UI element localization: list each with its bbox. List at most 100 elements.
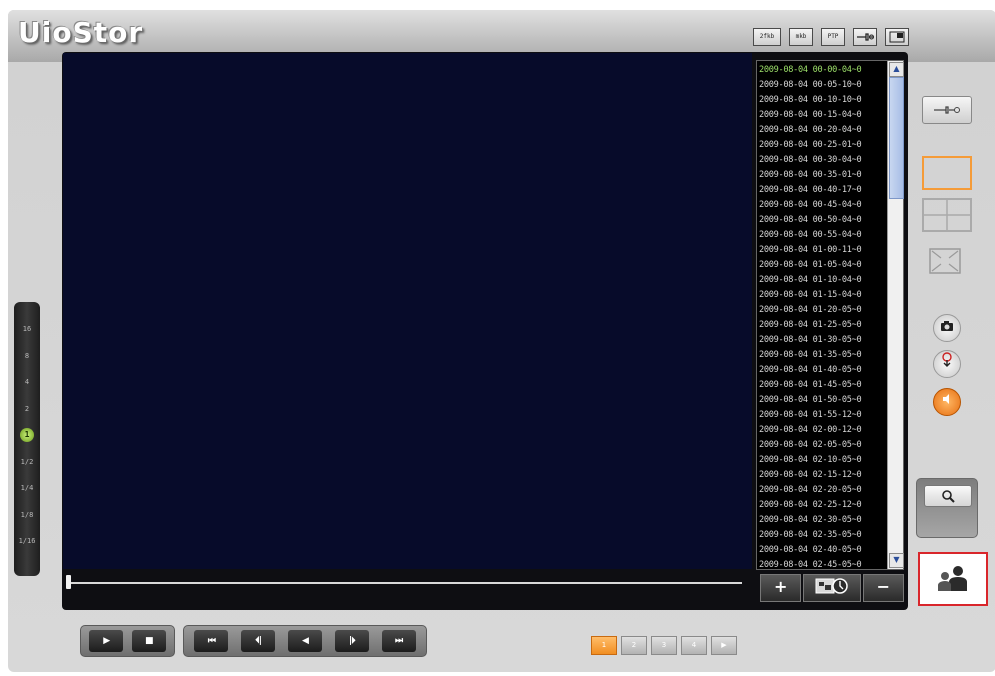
zoom-out-button[interactable]: − bbox=[862, 574, 904, 602]
quad-grid-icon bbox=[924, 200, 970, 230]
recording-list-item[interactable]: 2009-08-04 00-20-04~0 bbox=[757, 123, 887, 138]
audio-button[interactable] bbox=[933, 388, 961, 416]
playback-timeline[interactable] bbox=[66, 582, 742, 584]
previous-frame-button[interactable]: ⏴| bbox=[241, 630, 276, 652]
recording-list-item[interactable]: 2009-08-04 00-55-04~0 bbox=[757, 228, 887, 243]
expand-icon bbox=[929, 248, 961, 274]
play-button[interactable]: ▶ bbox=[89, 630, 124, 652]
recording-list-item[interactable]: 2009-08-04 00-25-01~0 bbox=[757, 138, 887, 153]
main-panel: 2009-08-04 00-00-04~0 2009-08-04 00-05-10… bbox=[62, 52, 908, 610]
speed-selector: 16 8 4 2 1 1/2 1/4 1/8 1/16 bbox=[14, 302, 40, 576]
users-icon bbox=[938, 566, 967, 591]
recording-list-item[interactable]: 2009-08-04 01-30-05~0 bbox=[757, 333, 887, 348]
speed-item[interactable]: 4 bbox=[14, 369, 40, 396]
download-button[interactable] bbox=[933, 350, 961, 378]
speaker-icon bbox=[943, 394, 949, 404]
layout-quad-button[interactable] bbox=[922, 198, 972, 232]
last-frame-button[interactable]: ⏭ bbox=[381, 630, 416, 652]
recording-list-item[interactable]: 2009-08-04 00-45-04~0 bbox=[757, 198, 887, 213]
recording-list-item[interactable]: 2009-08-04 01-40-05~0 bbox=[757, 363, 887, 378]
recording-list-item[interactable]: 2009-08-04 01-55-12~0 bbox=[757, 408, 887, 423]
timeline-handle[interactable] bbox=[66, 575, 71, 589]
recording-list-item[interactable]: 2009-08-04 02-35-05~0 bbox=[757, 528, 887, 543]
recording-list-item[interactable]: 2009-08-04 01-00-11~0 bbox=[757, 243, 887, 258]
speed-item[interactable]: 2 bbox=[14, 396, 40, 423]
recording-list-item[interactable]: 2009-08-04 00-35-01~0 bbox=[757, 168, 887, 183]
recording-list-item[interactable]: 2009-08-04 01-20-05~0 bbox=[757, 303, 887, 318]
layout-single-button[interactable] bbox=[922, 156, 972, 190]
recording-list-item[interactable]: 2009-08-04 00-15-04~0 bbox=[757, 108, 887, 123]
pagination: 1 2 3 4 ▶ bbox=[591, 636, 737, 655]
list-controls: + − bbox=[760, 574, 904, 602]
app-logo: UioStor bbox=[18, 16, 144, 49]
recording-list-item[interactable]: 2009-08-04 00-50-04~0 bbox=[757, 213, 887, 228]
camera-icon bbox=[941, 321, 953, 331]
zoom-time-button[interactable] bbox=[803, 574, 861, 602]
ptp-icon[interactable]: PTP bbox=[821, 28, 845, 46]
recording-list-item[interactable]: 2009-08-04 01-05-04~0 bbox=[757, 258, 887, 273]
zoom-in-button[interactable]: + bbox=[760, 574, 802, 602]
recording-list-item[interactable]: 2009-08-04 02-10-05~0 bbox=[757, 453, 887, 468]
recording-list-item[interactable]: 2009-08-04 02-40-05~0 bbox=[757, 543, 887, 558]
user-management-button[interactable] bbox=[918, 552, 988, 606]
2fkb-icon[interactable]: 2fkb bbox=[753, 28, 781, 46]
recording-list-item[interactable]: 2009-08-04 01-35-05~0 bbox=[757, 348, 887, 363]
recording-list-item[interactable]: 2009-08-04 02-00-12~0 bbox=[757, 423, 887, 438]
fullscreen-toggle-button[interactable] bbox=[922, 246, 968, 276]
play-stop-group: ▶ ■ bbox=[80, 625, 175, 657]
fullscreen-icon[interactable] bbox=[885, 28, 909, 46]
page-button[interactable]: 3 bbox=[651, 636, 677, 655]
tools-icon[interactable] bbox=[853, 28, 877, 46]
recording-list-item[interactable]: 2009-08-04 02-15-12~0 bbox=[757, 468, 887, 483]
search-icon bbox=[942, 490, 955, 503]
speed-item[interactable]: 1/16 bbox=[14, 528, 40, 555]
recording-list-item[interactable]: 2009-08-04 01-50-05~0 bbox=[757, 393, 887, 408]
recording-list-item[interactable]: 2009-08-04 00-40-17~0 bbox=[757, 183, 887, 198]
next-page-button[interactable]: ▶ bbox=[711, 636, 737, 655]
recording-items: 2009-08-04 00-00-04~0 2009-08-04 00-05-10… bbox=[757, 63, 887, 567]
first-frame-button[interactable]: ⏮ bbox=[194, 630, 229, 652]
recording-list-item[interactable]: 2009-08-04 00-00-04~0 bbox=[757, 63, 887, 78]
recording-list-item[interactable]: 2009-08-04 01-25-05~0 bbox=[757, 318, 887, 333]
recording-list-item[interactable]: 2009-08-04 00-10-10~0 bbox=[757, 93, 887, 108]
scroll-thumb[interactable] bbox=[889, 77, 904, 199]
search-panel bbox=[916, 478, 978, 538]
zoom-time-icon bbox=[815, 578, 848, 594]
recording-list-item[interactable]: 2009-08-04 01-45-05~0 bbox=[757, 378, 887, 393]
speed-item[interactable]: 1/4 bbox=[14, 475, 40, 502]
search-button[interactable] bbox=[924, 485, 972, 507]
recording-list-item[interactable]: 2009-08-04 02-30-05~0 bbox=[757, 513, 887, 528]
recording-list-item[interactable]: 2009-08-04 01-10-04~0 bbox=[757, 273, 887, 288]
speed-item[interactable]: 16 bbox=[14, 316, 40, 343]
speed-item[interactable]: 1/2 bbox=[14, 449, 40, 476]
speed-item[interactable]: 8 bbox=[14, 343, 40, 370]
mkb-icon[interactable]: mkb bbox=[789, 28, 813, 46]
recording-scrollbar[interactable]: ▲ ▼ bbox=[887, 61, 904, 569]
speed-item-active[interactable]: 1 bbox=[14, 422, 40, 449]
speed-item[interactable]: 1/8 bbox=[14, 502, 40, 529]
recording-list-item[interactable]: 2009-08-04 01-15-04~0 bbox=[757, 288, 887, 303]
page-button[interactable]: 4 bbox=[681, 636, 707, 655]
recording-list: 2009-08-04 00-00-04~0 2009-08-04 00-05-10… bbox=[756, 60, 904, 570]
recording-list-item[interactable]: 2009-08-04 02-20-05~0 bbox=[757, 483, 887, 498]
page-button[interactable]: 2 bbox=[621, 636, 647, 655]
recording-list-item[interactable]: 2009-08-04 00-05-10~0 bbox=[757, 78, 887, 93]
settings-button[interactable] bbox=[922, 96, 972, 124]
download-icon bbox=[942, 352, 952, 367]
recording-list-item[interactable]: 2009-08-04 02-25-12~0 bbox=[757, 498, 887, 513]
tools-icon bbox=[934, 106, 960, 114]
recording-list-item[interactable]: 2009-08-04 00-30-04~0 bbox=[757, 153, 887, 168]
scroll-up-icon[interactable]: ▲ bbox=[889, 62, 904, 77]
reverse-button[interactable]: ◀ bbox=[287, 630, 322, 652]
recording-list-item[interactable]: 2009-08-04 02-45-05~0 bbox=[757, 558, 887, 567]
snapshot-button[interactable] bbox=[933, 314, 961, 342]
recording-list-item[interactable]: 2009-08-04 02-05-05~0 bbox=[757, 438, 887, 453]
navigation-group: ⏮ ⏴| ◀ |⏵ ⏭ bbox=[183, 625, 427, 657]
page-button-active[interactable]: 1 bbox=[591, 636, 617, 655]
speed-list: 16 8 4 2 1 1/2 1/4 1/8 1/16 bbox=[14, 316, 40, 555]
next-frame-button[interactable]: |⏵ bbox=[334, 630, 369, 652]
stop-button[interactable]: ■ bbox=[131, 630, 166, 652]
scroll-down-icon[interactable]: ▼ bbox=[889, 553, 904, 568]
top-toolbar: 2fkb mkb PTP bbox=[753, 28, 909, 46]
video-viewport[interactable] bbox=[63, 53, 752, 569]
